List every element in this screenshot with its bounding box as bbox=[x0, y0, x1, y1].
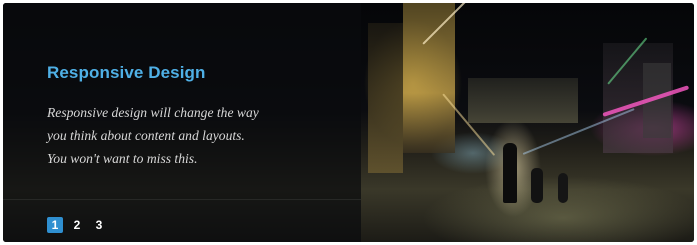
slide-pagination: 1 2 3 bbox=[47, 217, 107, 233]
slide-description: Responsive design will change the way yo… bbox=[47, 101, 347, 170]
slide-description-line: Responsive design will change the way bbox=[47, 105, 259, 120]
caption-overlay: Responsive Design Responsive design will… bbox=[3, 3, 361, 242]
page-button-3[interactable]: 3 bbox=[91, 217, 107, 233]
slide-description-line: You won't want to miss this. bbox=[47, 151, 198, 166]
page-button-1[interactable]: 1 bbox=[47, 217, 63, 233]
slide-description-line: you think about content and layouts. bbox=[47, 128, 245, 143]
divider bbox=[3, 199, 361, 200]
hero-slider: Responsive Design Responsive design will… bbox=[3, 3, 694, 242]
slide-title: Responsive Design bbox=[47, 63, 206, 82]
page-button-2[interactable]: 2 bbox=[69, 217, 85, 233]
